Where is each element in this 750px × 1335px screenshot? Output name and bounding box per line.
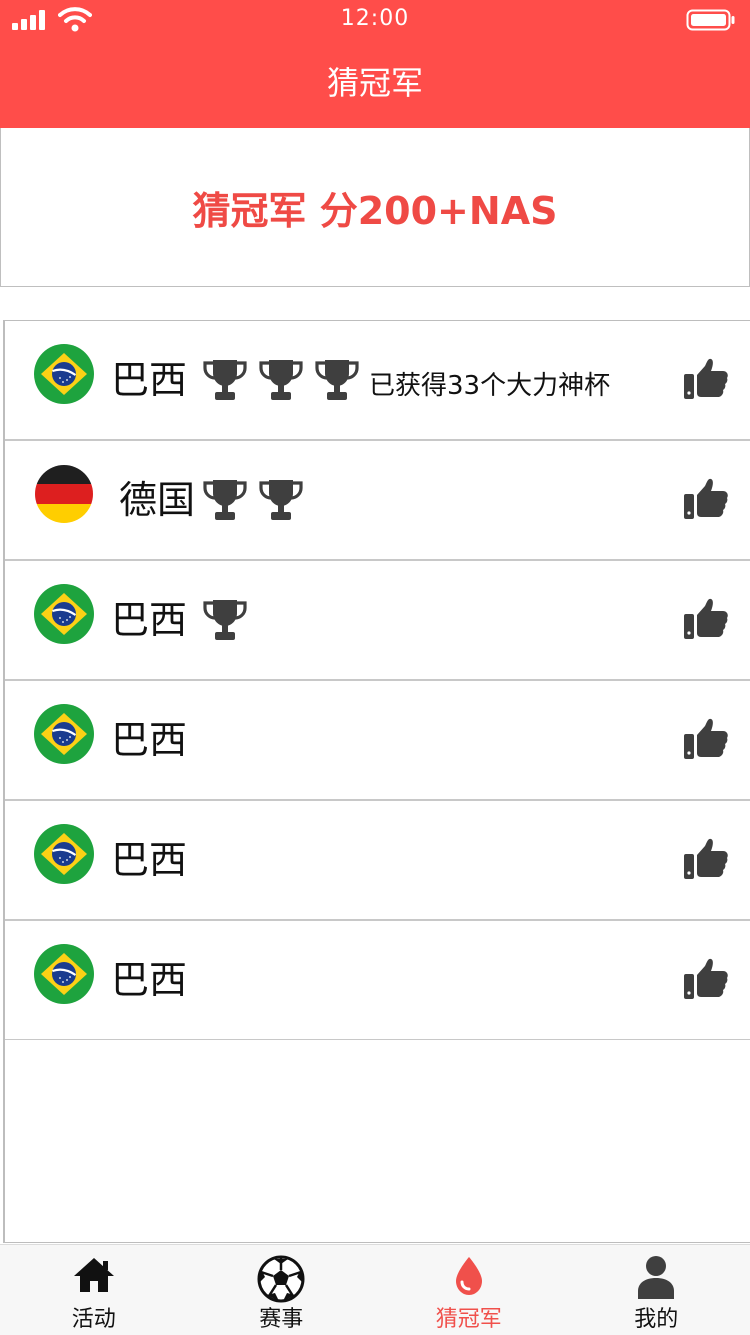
list-item[interactable]: 德国: [5, 441, 750, 561]
list-item[interactable]: 巴西: [5, 801, 750, 921]
team-list: 巴西已获得33个大力神杯德国巴西巴西巴西巴西: [3, 320, 750, 1243]
tab-home[interactable]: 活动: [0, 1245, 188, 1335]
tab-bar: 活动赛事猜冠军我的: [0, 1244, 750, 1335]
thumbs-up-icon[interactable]: [683, 717, 729, 761]
list-item[interactable]: 巴西: [5, 681, 750, 801]
brazil-flag-icon: [34, 584, 94, 644]
app-header: 12:00 猜冠军: [0, 0, 750, 128]
brazil-flag-icon: [34, 824, 94, 884]
award-text: 已获得33个大力神杯: [369, 365, 610, 402]
team-name: 巴西: [111, 949, 187, 1004]
tab-label: 我的: [563, 1301, 750, 1333]
tab-user[interactable]: 我的: [563, 1245, 750, 1335]
trophy-icon: [201, 597, 249, 643]
trophy-group: [201, 357, 369, 403]
soccer-ball-icon: [257, 1255, 305, 1303]
trophy-icon: [257, 357, 305, 403]
battery-icon: [686, 9, 736, 31]
brazil-flag-icon: [34, 344, 94, 404]
thumbs-up-icon[interactable]: [683, 957, 729, 1001]
drop-icon: [452, 1255, 486, 1297]
trophy-icon: [201, 477, 249, 523]
trophy-icon: [313, 357, 361, 403]
brazil-flag-icon: [34, 704, 94, 764]
team-name: 德国: [119, 469, 195, 524]
home-icon: [72, 1255, 116, 1295]
thumbs-up-icon[interactable]: [683, 597, 729, 641]
trophy-group: [201, 477, 313, 523]
list-item[interactable]: 巴西: [5, 561, 750, 681]
tab-soccer-ball[interactable]: 赛事: [188, 1245, 376, 1335]
thumbs-up-icon[interactable]: [683, 357, 729, 401]
brazil-flag-icon: [34, 944, 94, 1004]
promo-banner: 猜冠军 分200+NAS: [0, 128, 750, 287]
team-name: 巴西: [111, 589, 187, 644]
page-title: 猜冠军: [0, 58, 750, 104]
trophy-icon: [201, 357, 249, 403]
tab-label: 猜冠军: [375, 1301, 563, 1333]
thumbs-up-icon[interactable]: [683, 837, 729, 881]
tab-label: 活动: [0, 1301, 188, 1333]
team-name: 巴西: [111, 709, 187, 764]
thumbs-up-icon[interactable]: [683, 477, 729, 521]
team-name: 巴西: [111, 349, 187, 404]
status-time: 12:00: [0, 6, 750, 31]
list-item[interactable]: 巴西 已获得33个大力神杯: [5, 321, 750, 441]
user-icon: [637, 1255, 675, 1299]
tab-drop[interactable]: 猜冠军: [375, 1245, 563, 1335]
promo-banner-text: 猜冠军 分200+NAS: [193, 180, 558, 235]
trophy-icon: [257, 477, 305, 523]
status-bar: 12:00: [0, 0, 750, 40]
tab-label: 赛事: [188, 1301, 376, 1333]
germany-flag-icon: [34, 464, 94, 524]
team-name: 巴西: [111, 829, 187, 884]
list-item[interactable]: 巴西: [5, 921, 750, 1040]
trophy-group: [201, 597, 257, 643]
